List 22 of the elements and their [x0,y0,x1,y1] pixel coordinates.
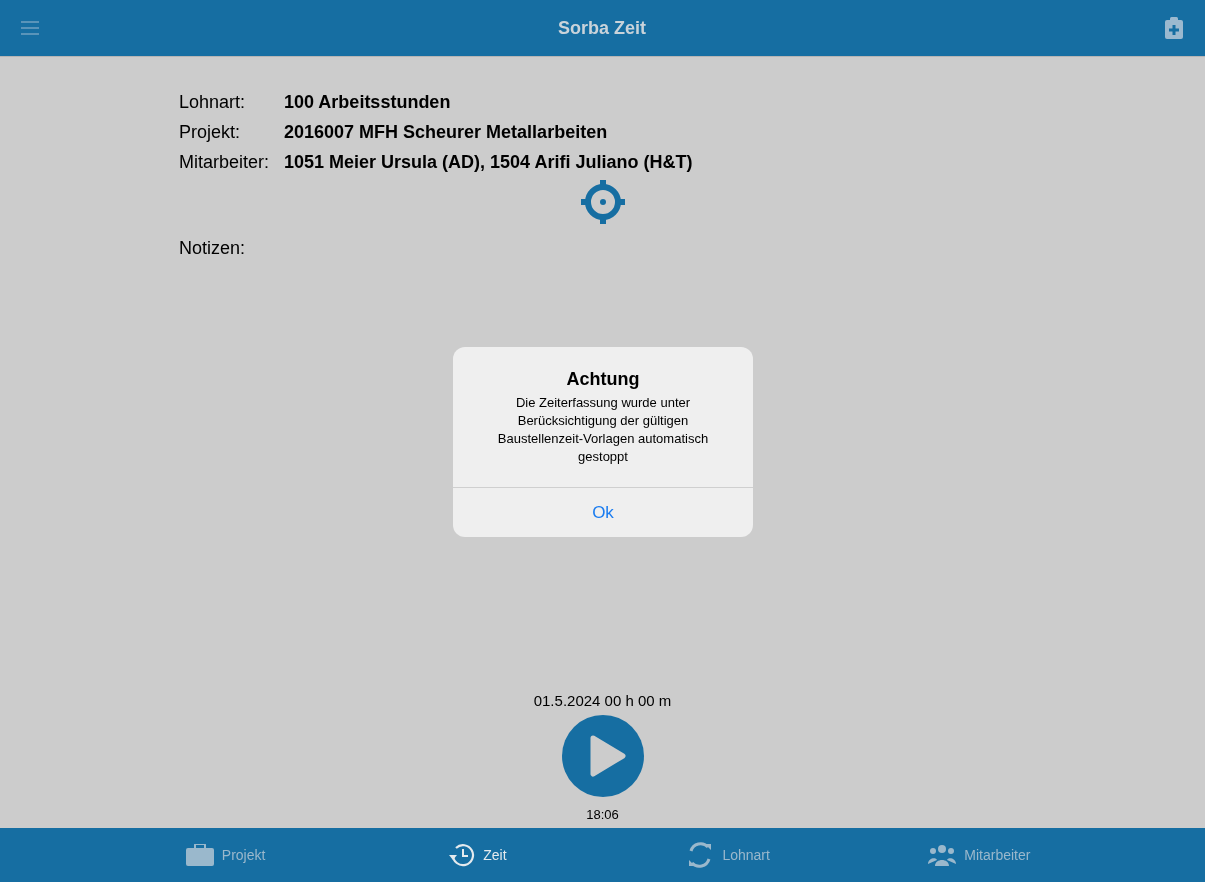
briefcase-icon [185,844,214,866]
tab[interactable]: Lohnart [602,828,854,882]
alert-message: Die Zeiterfassung wurde unter Berücksichtigung der gültigen Baustellenzeit-Vorlagen automatisch gestoppt [496,394,710,466]
date-duration: 01.5.2024 00 h 00 m [533,692,672,709]
crosshair-icon[interactable] [579,179,626,225]
field-label: Mitarbeiter: [179,151,271,173]
field-value: 2016007 MFH Scheurer Metallarbeiten [284,121,608,143]
field-value: 100 Arbeitsstunden [284,91,451,113]
field-label: Lohnart: [179,91,247,113]
clock-time: 18:06 [586,807,619,822]
field-value: 1051 Meier Ursula (AD), 1504 Arifi Juliano (H&T) [284,151,693,173]
app-title: Sorba Zeit [558,17,646,39]
alert-title: Achtung [565,369,641,390]
tab[interactable]: Zeit [351,828,603,882]
tab[interactable]: Projekt [100,828,352,882]
people-icon [928,844,957,866]
notes-label: Notizen: [179,238,246,258]
tab[interactable]: Mitarbeiter [853,828,1105,882]
clipboard-plus-icon[interactable] [1165,17,1183,39]
field-label: Projekt: [179,121,242,143]
ok-button[interactable]: Ok [453,488,753,537]
clock-icon [447,843,476,867]
